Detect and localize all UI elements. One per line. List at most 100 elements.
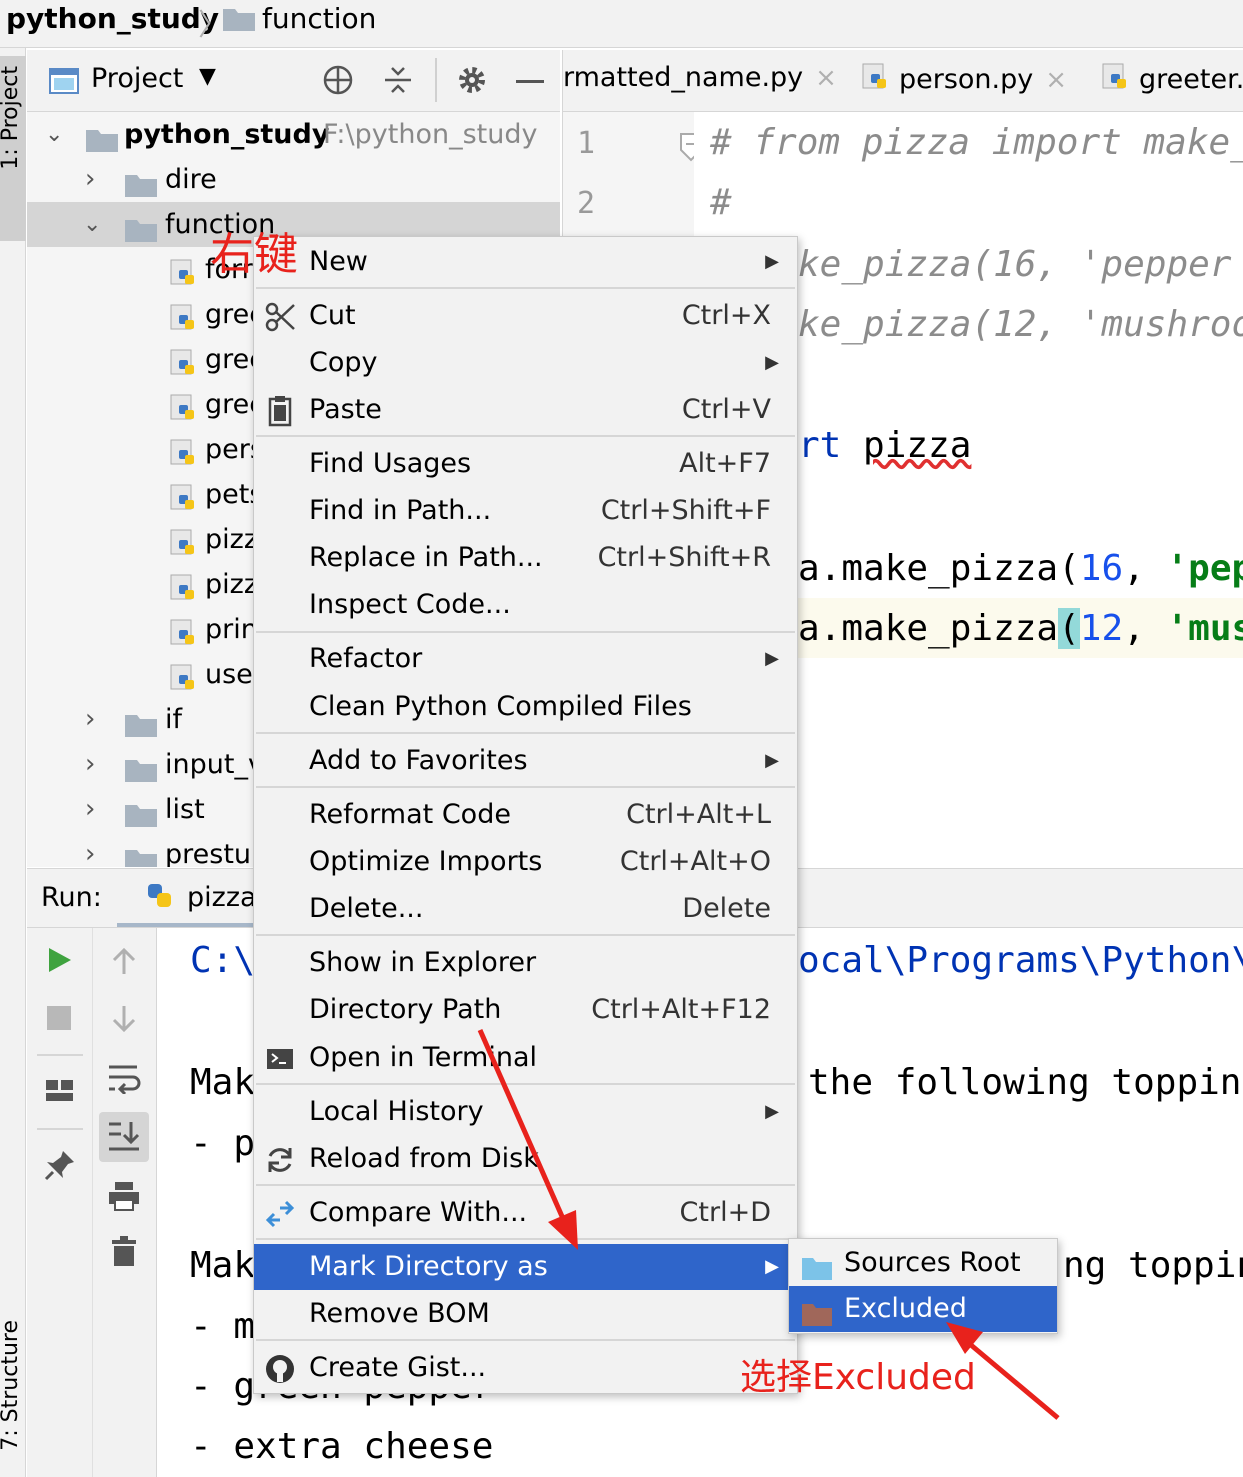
line-number: 2 [577,186,596,221]
code-token: 'pep [1166,548,1243,589]
folder-icon [124,842,158,867]
menu-shortcut: Ctrl+Alt+O [619,846,771,877]
menu-item-optimize-imports[interactable]: Optimize Imports Ctrl+Alt+O [254,839,797,885]
tree-row-dire[interactable]: › dire [27,157,560,202]
breadcrumb-child[interactable]: function [262,2,376,35]
toolbar-divider [435,58,437,102]
annotation-right-click: 右键 [210,229,298,280]
menu-item-remove-bom[interactable]: Remove BOM [254,1291,797,1337]
chevron-right-icon[interactable]: › [85,157,95,202]
reload-icon [264,1144,296,1176]
console-line: the following toppin [808,1062,1242,1103]
menu-item-find-usages[interactable]: Find Usages Alt+F7 [254,441,797,487]
chevron-right-icon[interactable]: › [85,787,95,832]
code-token: a.make_pizza [798,608,1059,649]
menu-label: Local History [309,1096,484,1127]
menu-label: Delete... [309,893,424,924]
menu-shortcut: Ctrl+X [681,300,771,331]
close-icon[interactable]: × [815,63,837,93]
structure-tool-tab[interactable]: 7: Structure [0,1320,23,1451]
tab-greeter[interactable]: greeter.p [1101,62,1243,99]
folder-icon [222,6,256,36]
soft-wrap-icon[interactable] [107,1062,141,1099]
menu-label: Find in Path... [309,495,492,526]
menu-item-sources-root[interactable]: Sources Root [789,1240,1057,1286]
code-token: 'mus [1166,608,1243,649]
menu-item-open-terminal[interactable]: Open in Terminal [254,1035,797,1081]
menu-shortcut: Ctrl+V [681,394,771,425]
menu-item-refactor[interactable]: Refactor ▶ [254,636,797,682]
close-icon[interactable]: × [1045,65,1067,95]
menu-item-delete[interactable]: Delete... Delete [254,886,797,932]
menu-separator [256,287,795,289]
menu-item-find-in-path[interactable]: Find in Path... Ctrl+Shift+F [254,488,797,534]
tab-person[interactable]: person.py × [861,62,1067,99]
menu-item-mark-directory-as[interactable]: Mark Directory as ▶ [254,1244,797,1290]
project-view-label[interactable]: Project [91,63,183,94]
scroll-to-end-button[interactable] [99,1112,149,1162]
menu-label: Paste [309,394,382,425]
menu-item-add-favorites[interactable]: Add to Favorites ▶ [254,738,797,784]
code-token: rt [798,425,864,466]
arrow-up-icon[interactable] [111,946,137,981]
menu-label: Show in Explorer [309,947,537,978]
breadcrumb-root[interactable]: python_study [6,2,219,35]
menu-item-cut[interactable]: Cut Ctrl+X [254,293,797,339]
console-line: - m [190,1306,256,1347]
menu-item-copy[interactable]: Copy ▶ [254,340,797,386]
menu-item-reformat-code[interactable]: Reformat Code Ctrl+Alt+L [254,792,797,838]
compare-icon [264,1198,296,1230]
arrow-down-icon[interactable] [111,1004,137,1039]
console-line: ocal\Programs\Python\ [798,940,1243,981]
code-line-import: rt pizza [798,425,971,466]
code-token: , [1123,548,1167,589]
tree-item-label: python_study [124,119,330,150]
line-number: 1 [577,126,596,161]
menu-item-replace-in-path[interactable]: Replace in Path... Ctrl+Shift+R [254,535,797,581]
menu-item-excluded[interactable]: Excluded [789,1286,1057,1332]
project-view-icon [49,67,79,99]
code-token: pizza [863,425,972,466]
run-tab-label: pizza [187,882,257,913]
menu-item-paste[interactable]: Paste Ctrl+V [254,387,797,433]
chevron-right-icon[interactable]: › [85,697,95,742]
menu-separator [256,631,795,633]
tree-row-python-study[interactable]: ⌄ python_study F:\python_study [27,112,560,157]
trash-icon[interactable] [111,1236,137,1273]
chevron-right-icon[interactable]: › [85,742,95,787]
layout-icon[interactable] [45,1078,75,1109]
menu-item-local-history[interactable]: Local History ▶ [254,1089,797,1135]
print-icon[interactable] [107,1180,141,1217]
menu-item-directory-path[interactable]: Directory Path Ctrl+Alt+F12 [254,987,797,1033]
menu-item-inspect-code[interactable]: Inspect Code... [254,582,797,628]
project-tool-tab[interactable]: 1: Project [0,56,26,241]
chevron-down-icon[interactable]: ⌄ [83,202,101,247]
stop-icon[interactable] [47,1006,71,1030]
menu-shortcut: Alt+F7 [679,448,771,479]
python-file-icon [1101,62,1131,99]
terminal-icon [264,1043,296,1075]
collapse-all-icon[interactable] [383,64,413,100]
minimize-icon[interactable] [516,80,544,83]
chevron-down-icon[interactable]: ▼ [199,64,216,89]
project-panel-header: Project ▼ [27,50,560,112]
menu-label: New [309,246,368,277]
tab-formatted-name[interactable]: rmatted_name.py × [563,62,837,93]
console-line: ng toppin [1063,1245,1243,1286]
play-icon[interactable] [47,946,73,979]
menu-item-create-gist[interactable]: Create Gist... [254,1345,797,1391]
menu-item-reload-from-disk[interactable]: Reload from Disk [254,1136,797,1182]
menu-label: Compare With... [309,1197,528,1228]
gear-icon[interactable] [455,63,489,101]
pin-icon[interactable] [43,1148,77,1187]
locate-icon[interactable] [322,64,354,100]
chevron-down-icon[interactable]: ⌄ [45,112,63,157]
menu-item-show-in-explorer[interactable]: Show in Explorer [254,940,797,986]
chevron-right-icon[interactable]: › [85,832,95,867]
code-token: 12 [1079,608,1124,649]
menu-item-clean-python[interactable]: Clean Python Compiled Files [254,684,797,730]
menu-item-new[interactable]: New ▶ [254,239,797,285]
tree-item-label: if [165,704,183,735]
menu-label: Directory Path [309,994,502,1025]
menu-item-compare-with[interactable]: Compare With... Ctrl+D [254,1190,797,1236]
